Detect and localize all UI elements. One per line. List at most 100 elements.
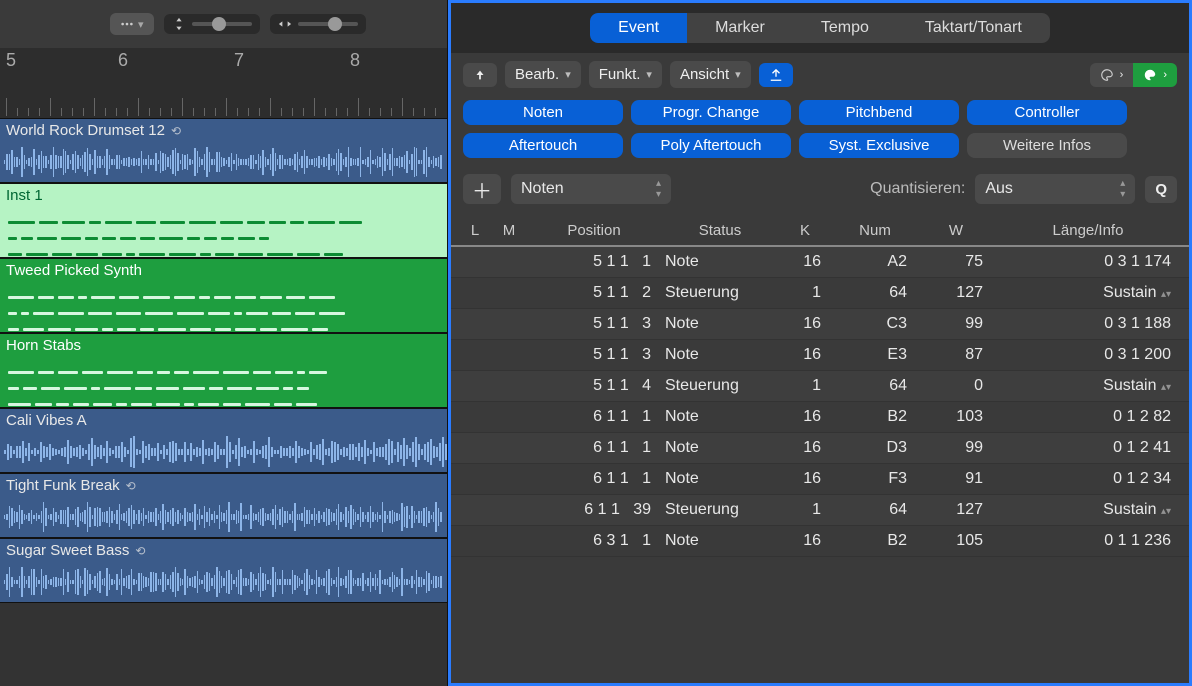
event-channel[interactable]: 16 — [781, 315, 829, 333]
event-value[interactable]: 127 — [921, 284, 991, 302]
event-length[interactable]: 0 1 1 236 — [997, 532, 1179, 550]
event-channel[interactable]: 16 — [781, 408, 829, 426]
event-position[interactable]: 5 1 1 1 — [529, 253, 659, 271]
up-level-button[interactable] — [463, 63, 497, 87]
event-length[interactable]: 0 1 2 41 — [997, 439, 1179, 457]
event-status[interactable]: Note — [665, 408, 775, 426]
filter-controller[interactable]: Controller — [967, 100, 1127, 125]
event-status[interactable]: Note — [665, 470, 775, 488]
add-event-button[interactable]: ＋ — [463, 174, 501, 204]
track-clip[interactable]: Tight Funk Break⟲ — [0, 473, 447, 538]
event-value[interactable]: 127 — [921, 501, 991, 519]
event-value[interactable]: 103 — [921, 408, 991, 426]
event-position[interactable]: 6 3 1 1 — [529, 532, 659, 550]
event-channel[interactable]: 1 — [781, 501, 829, 519]
event-num[interactable]: F3 — [835, 470, 915, 488]
event-position[interactable]: 6 1 1 1 — [529, 470, 659, 488]
event-num[interactable]: E3 — [835, 346, 915, 364]
event-status[interactable]: Note — [665, 532, 775, 550]
col-m[interactable]: M — [495, 222, 523, 239]
col-length[interactable]: Länge/Info — [997, 222, 1179, 239]
event-row[interactable]: 6 1 1 1 Note 16 D3 99 0 1 2 41 — [451, 433, 1189, 464]
event-channel[interactable]: 16 — [781, 346, 829, 364]
view-menu[interactable]: Ansicht▾ — [670, 61, 751, 88]
event-num[interactable]: C3 — [835, 315, 915, 333]
event-row[interactable]: 5 1 1 3 Note 16 C3 99 0 3 1 188 — [451, 309, 1189, 340]
event-length[interactable]: 0 3 1 200 — [997, 346, 1179, 364]
quantize-apply-button[interactable]: Q — [1145, 176, 1177, 203]
event-length[interactable]: Sustain ▴▾ — [997, 377, 1179, 395]
event-num[interactable]: 64 — [835, 501, 915, 519]
quantize-select[interactable]: Aus ▴▾ — [975, 174, 1135, 204]
event-value[interactable]: 105 — [921, 532, 991, 550]
filter-aftertouch[interactable]: Aftertouch — [463, 133, 623, 158]
track-clip[interactable]: Inst 1 — [0, 183, 447, 258]
event-channel[interactable]: 16 — [781, 470, 829, 488]
event-value[interactable]: 75 — [921, 253, 991, 271]
event-length[interactable]: 0 1 2 34 — [997, 470, 1179, 488]
edit-menu[interactable]: Bearb.▾ — [505, 61, 581, 88]
track-clip[interactable]: World Rock Drumset 12⟲ — [0, 118, 447, 183]
event-status[interactable]: Steuerung — [665, 501, 775, 519]
col-num[interactable]: Num — [835, 222, 915, 239]
filter-weitere-infos[interactable]: Weitere Infos — [967, 133, 1127, 158]
event-status[interactable]: Steuerung — [665, 377, 775, 395]
track-clip[interactable]: Tweed Picked Synth — [0, 258, 447, 333]
event-status[interactable]: Note — [665, 253, 775, 271]
filter-noten[interactable]: Noten — [463, 100, 623, 125]
color-palette-button[interactable]: › — [1090, 63, 1134, 87]
event-length[interactable]: 0 1 2 82 — [997, 408, 1179, 426]
event-length[interactable]: Sustain ▴▾ — [997, 501, 1179, 519]
event-status[interactable]: Note — [665, 439, 775, 457]
track-menu[interactable]: ▾ — [110, 13, 154, 35]
filter-poly-aftertouch[interactable]: Poly Aftertouch — [631, 133, 791, 158]
functions-menu[interactable]: Funkt.▾ — [589, 61, 662, 88]
track-clip[interactable]: Horn Stabs — [0, 333, 447, 408]
event-position[interactable]: 5 1 1 2 — [529, 284, 659, 302]
event-value[interactable]: 91 — [921, 470, 991, 488]
event-channel[interactable]: 16 — [781, 439, 829, 457]
panel-tab-marker[interactable]: Marker — [687, 13, 793, 43]
catch-playhead-button[interactable] — [759, 63, 793, 87]
col-w[interactable]: W — [921, 222, 991, 239]
event-length[interactable]: Sustain ▴▾ — [997, 284, 1179, 302]
event-position[interactable]: 6 1 1 39 — [529, 501, 659, 519]
event-position[interactable]: 5 1 1 3 — [529, 346, 659, 364]
event-num[interactable]: 64 — [835, 284, 915, 302]
event-type-select[interactable]: Noten ▴▾ — [511, 174, 671, 204]
event-row[interactable]: 5 1 1 4 Steuerung 1 64 0 Sustain ▴▾ — [451, 371, 1189, 402]
event-row[interactable]: 6 1 1 1 Note 16 F3 91 0 1 2 34 — [451, 464, 1189, 495]
filter-syst--exclusive[interactable]: Syst. Exclusive — [799, 133, 959, 158]
filter-progr--change[interactable]: Progr. Change — [631, 100, 791, 125]
event-position[interactable]: 6 1 1 1 — [529, 408, 659, 426]
event-row[interactable]: 6 1 1 1 Note 16 B2 103 0 1 2 82 — [451, 402, 1189, 433]
panel-tab-taktart/tonart[interactable]: Taktart/Tonart — [897, 13, 1050, 43]
event-status[interactable]: Note — [665, 346, 775, 364]
event-channel[interactable]: 1 — [781, 284, 829, 302]
event-value[interactable]: 99 — [921, 439, 991, 457]
event-value[interactable]: 0 — [921, 377, 991, 395]
track-clip[interactable]: Sugar Sweet Bass⟲ — [0, 538, 447, 603]
event-row[interactable]: 6 3 1 1 Note 16 B2 105 0 1 1 236 — [451, 526, 1189, 557]
col-status[interactable]: Status — [665, 222, 775, 239]
event-position[interactable]: 6 1 1 1 — [529, 439, 659, 457]
timeline-ruler[interactable]: 5 6 7 8 — [0, 48, 447, 118]
horizontal-zoom[interactable] — [270, 14, 366, 34]
event-num[interactable]: D3 — [835, 439, 915, 457]
event-num[interactable]: B2 — [835, 408, 915, 426]
event-value[interactable]: 99 — [921, 315, 991, 333]
filter-pitchbend[interactable]: Pitchbend — [799, 100, 959, 125]
event-channel[interactable]: 16 — [781, 532, 829, 550]
event-length[interactable]: 0 3 1 174 — [997, 253, 1179, 271]
event-position[interactable]: 5 1 1 4 — [529, 377, 659, 395]
vertical-zoom[interactable] — [164, 14, 260, 34]
event-num[interactable]: 64 — [835, 377, 915, 395]
panel-tab-tempo[interactable]: Tempo — [793, 13, 897, 43]
event-position[interactable]: 5 1 1 3 — [529, 315, 659, 333]
col-k[interactable]: K — [781, 222, 829, 239]
event-channel[interactable]: 1 — [781, 377, 829, 395]
track-row[interactable]: Cali Vibes A Cali Vibes Wah Guitar⟲ — [0, 408, 447, 473]
event-value[interactable]: 87 — [921, 346, 991, 364]
event-length[interactable]: 0 3 1 188 — [997, 315, 1179, 333]
event-status[interactable]: Note — [665, 315, 775, 333]
